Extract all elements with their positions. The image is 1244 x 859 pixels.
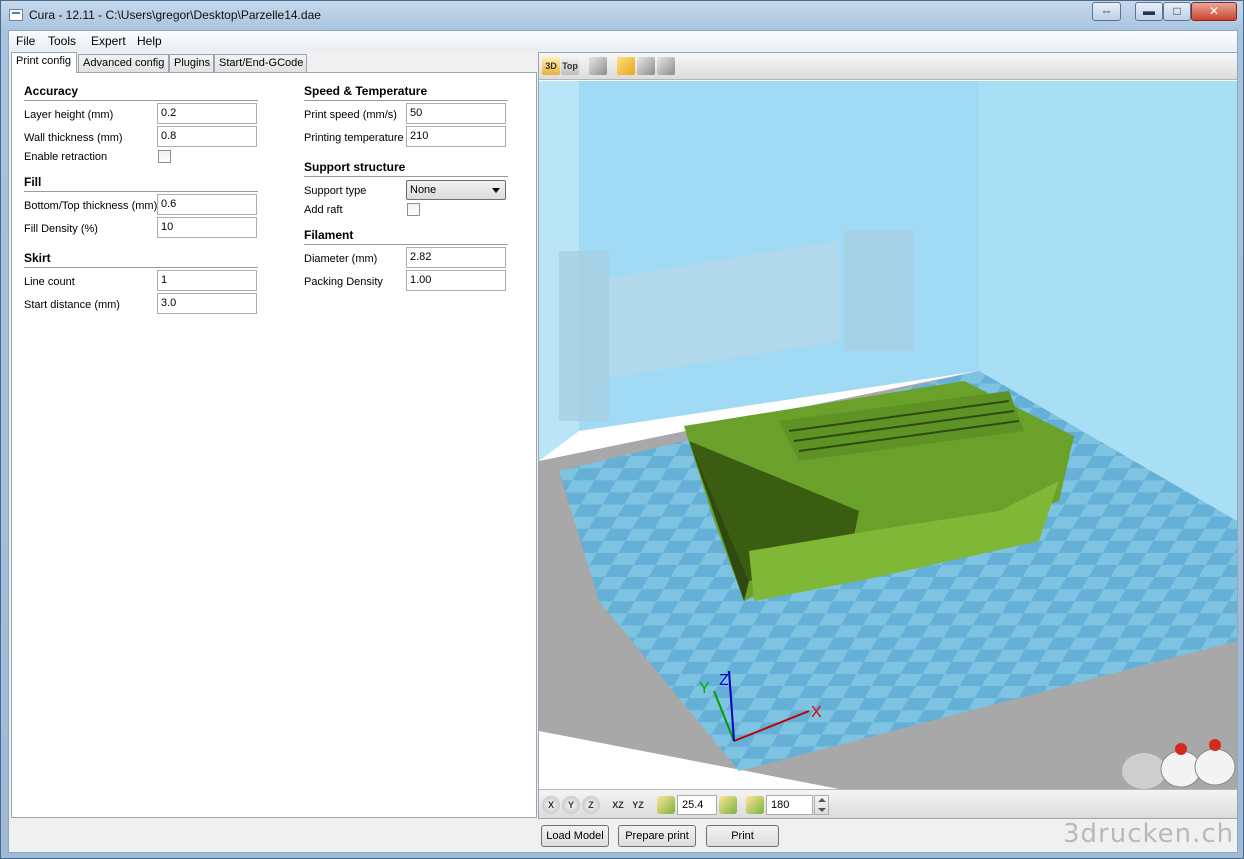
minimize-button[interactable]: ▬ xyxy=(1135,2,1163,21)
packing-density-input[interactable]: 1.00 xyxy=(406,270,506,291)
section-divider xyxy=(24,267,258,268)
client-area: File Tools Expert Help Print config Adva… xyxy=(8,30,1238,853)
menu-tools[interactable]: Tools xyxy=(48,34,76,48)
y-axis-label: Y xyxy=(699,680,710,697)
cube-transparent-icon[interactable] xyxy=(657,57,675,75)
mascot-comb xyxy=(1209,739,1221,751)
section-fill-title: Fill xyxy=(24,175,42,189)
bottom-top-thickness-input[interactable]: 0.6 xyxy=(157,194,257,215)
z-axis-label: Z xyxy=(719,672,729,689)
printing-temperature-input[interactable]: 210 xyxy=(406,126,506,147)
print-speed-input[interactable]: 50 xyxy=(406,103,506,124)
close-button[interactable]: ✕ xyxy=(1191,2,1237,21)
add-raft-label: Add raft xyxy=(304,204,343,216)
tab-start-end-gcode[interactable]: Start/End-GCode xyxy=(214,54,307,72)
watermark: 3drucken.ch xyxy=(1063,819,1235,849)
line-count-input[interactable]: 1 xyxy=(157,270,257,291)
rotate-y-button[interactable]: Y xyxy=(562,796,580,814)
layer-height-label: Layer height (mm) xyxy=(24,109,114,121)
print-speed-label: Print speed (mm/s) xyxy=(304,109,397,121)
printer-side-part xyxy=(559,251,609,421)
fill-density-input[interactable]: 10 xyxy=(157,217,257,238)
window-title: Cura - 12.11 - C:\Users\gregor\Desktop\P… xyxy=(29,8,321,22)
section-accuracy-title: Accuracy xyxy=(24,84,79,98)
section-divider xyxy=(304,100,508,101)
layer-height-input[interactable]: 0.2 xyxy=(157,103,257,124)
wall-thickness-label: Wall thickness (mm) xyxy=(24,132,123,144)
view-top-button[interactable]: Top xyxy=(561,57,579,75)
cube-xray-icon[interactable] xyxy=(637,57,655,75)
rotate-icon[interactable] xyxy=(746,796,764,814)
view-toolbar: 3D Top xyxy=(539,53,1237,80)
transform-toolbar: X Y Z XZ YZ 25.4 180 xyxy=(539,789,1237,818)
mirror-xz-button[interactable]: XZ xyxy=(609,796,627,814)
start-distance-input[interactable]: 3.0 xyxy=(157,293,257,314)
wall-thickness-input[interactable]: 0.8 xyxy=(157,126,257,147)
printing-temperature-label: Printing temperature xyxy=(304,132,404,144)
mascot-comb xyxy=(1175,743,1187,755)
start-distance-label: Start distance (mm) xyxy=(24,299,120,311)
rotate-input[interactable]: 180 xyxy=(766,795,813,815)
printer-side-part xyxy=(844,231,914,351)
print-config-panel: Accuracy Layer height (mm) 0.2 Wall thic… xyxy=(11,72,537,818)
rotate-z-button[interactable]: Z xyxy=(582,796,600,814)
mascot-chicken-grey xyxy=(1122,753,1166,789)
enable-retraction-label: Enable retraction xyxy=(24,151,108,163)
scale-input[interactable]: 25.4 xyxy=(677,795,717,815)
menu-bar: File Tools Expert Help xyxy=(9,31,1237,51)
resize-arrows-icon[interactable]: ⇔ xyxy=(1092,2,1121,21)
tab-plugins[interactable]: Plugins xyxy=(169,54,214,72)
menu-help[interactable]: Help xyxy=(137,34,162,48)
load-model-button[interactable]: Load Model xyxy=(541,825,609,847)
cube-view-icon[interactable] xyxy=(589,57,607,75)
section-divider xyxy=(24,191,258,192)
section-divider xyxy=(24,100,258,101)
support-type-label: Support type xyxy=(304,185,367,197)
line-count-label: Line count xyxy=(24,276,75,288)
support-type-value: None xyxy=(410,184,437,196)
build-volume-scene[interactable]: X Y Z xyxy=(539,81,1237,789)
scale-max-icon[interactable] xyxy=(719,796,737,814)
packing-density-label: Packing Density xyxy=(304,276,383,288)
enable-retraction-checkbox[interactable] xyxy=(158,150,171,163)
diameter-label: Diameter (mm) xyxy=(304,253,378,265)
view-3d-button[interactable]: 3D xyxy=(542,57,560,75)
section-support-title: Support structure xyxy=(304,160,406,174)
app-icon[interactable] xyxy=(9,9,23,21)
scale-icon[interactable] xyxy=(657,796,675,814)
mirror-yz-button[interactable]: YZ xyxy=(629,796,647,814)
menu-expert[interactable]: Expert xyxy=(91,34,126,48)
bottom-top-thickness-label: Bottom/Top thickness (mm) xyxy=(24,200,158,212)
maximize-button[interactable]: □ xyxy=(1163,2,1191,21)
fill-density-label: Fill Density (%) xyxy=(24,223,98,235)
x-axis-label: X xyxy=(811,704,822,721)
prepare-print-button[interactable]: Prepare print xyxy=(618,825,696,847)
section-divider xyxy=(304,244,508,245)
section-divider xyxy=(304,176,508,177)
section-speed-title: Speed & Temperature xyxy=(304,84,428,98)
rotate-spinner[interactable] xyxy=(814,795,829,815)
menu-file[interactable]: File xyxy=(16,34,35,48)
chevron-down-icon xyxy=(492,188,500,193)
add-raft-checkbox[interactable] xyxy=(407,203,420,216)
print-button[interactable]: Print xyxy=(706,825,779,847)
tab-advanced-config[interactable]: Advanced config xyxy=(78,54,169,72)
tab-print-config[interactable]: Print config xyxy=(11,52,77,73)
rotate-x-button[interactable]: X xyxy=(542,796,560,814)
diameter-input[interactable]: 2.82 xyxy=(406,247,506,268)
section-filament-title: Filament xyxy=(304,228,354,242)
application-window: Cura - 12.11 - C:\Users\gregor\Desktop\P… xyxy=(0,0,1244,859)
title-bar[interactable]: Cura - 12.11 - C:\Users\gregor\Desktop\P… xyxy=(1,1,1243,31)
3d-viewport[interactable]: 3D Top X Y Z X Y Z XZ YZ 25.4 180 xyxy=(538,52,1238,819)
support-type-select[interactable]: None xyxy=(406,180,506,200)
section-skirt-title: Skirt xyxy=(24,251,51,265)
cube-layers-icon[interactable] xyxy=(617,57,635,75)
mascot-chicken xyxy=(1194,748,1236,786)
